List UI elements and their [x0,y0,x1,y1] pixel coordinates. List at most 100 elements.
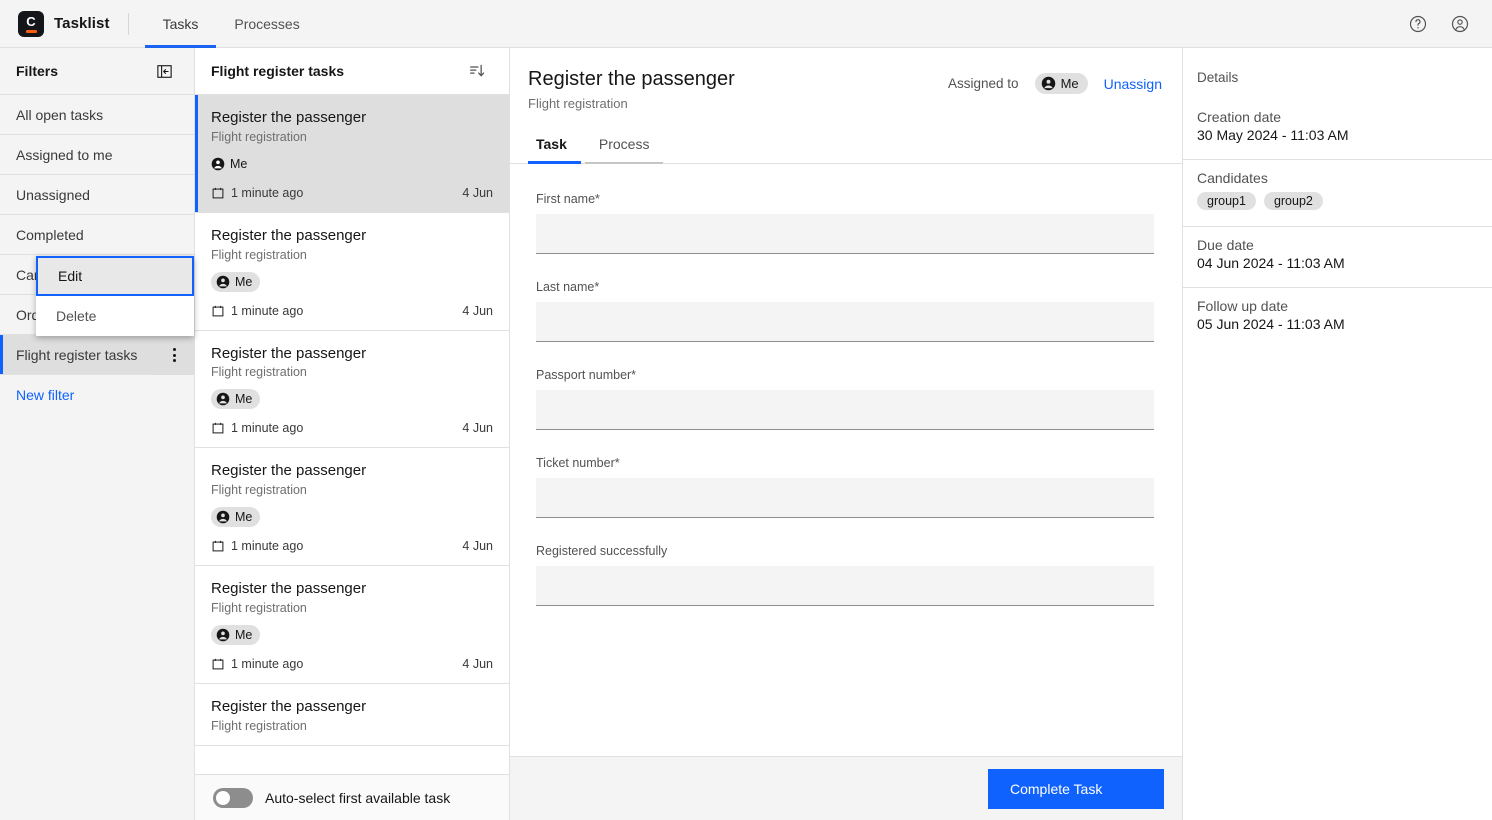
sidebar-item-assigned-to-me[interactable]: Assigned to me [0,135,194,175]
task-item-assignee-label: Me [235,274,253,289]
sidebar-item-label: Completed [16,226,84,243]
help-circle-icon[interactable] [1404,10,1432,38]
detail-value: 30 May 2024 - 11:03 AM [1197,127,1349,143]
app-header: C Tasklist Tasks Processes [0,0,1492,48]
user-icon [216,392,230,406]
tasklist-app: C Tasklist Tasks Processes Filters All o… [0,0,1492,820]
context-menu-item-delete[interactable]: Delete [36,296,194,336]
sidebar-item-label: Assigned to me [16,146,113,163]
complete-task-button[interactable]: Complete Task [988,768,1164,809]
detail-label: Due date [1197,237,1254,253]
filter-context-menu: Edit Delete [36,256,194,336]
kebab-dots-icon [172,348,176,362]
field-last-name: Last name* [536,280,1154,342]
task-list-item[interactable]: Register the passenger Flight registrati… [195,683,509,746]
field-passport-number: Passport number* [536,368,1154,430]
detail-label: Follow up date [1197,298,1289,314]
calendar-icon [212,658,224,670]
task-item-process: Flight registration [211,718,307,733]
task-item-footer: 1 minute ago 4 Jun [211,186,493,200]
task-item-due: 4 Jun [462,656,493,671]
tab-task[interactable]: Task [528,136,581,164]
filters-header: Filters [0,48,194,95]
task-item-assignee-label: Me [235,392,253,407]
calendar-icon [212,305,224,316]
auto-select-bar: Auto-select first available task [195,774,509,820]
assignee-badge: Me [1034,73,1088,94]
detail-creation-date: Creation date 30 May 2024 - 11:03 AM [1183,99,1492,160]
user-icon [216,275,230,288]
header-actions [1404,10,1492,38]
nav-item-tasks[interactable]: Tasks [144,0,217,48]
sidebar-item-all-open-tasks[interactable]: All open tasks [0,95,194,135]
task-item-assignee: Me [211,154,255,174]
task-list-item[interactable]: Register the passenger Flight registrati… [195,330,509,449]
task-item-process: Flight registration [211,600,307,615]
task-list-scroll[interactable]: Register the passenger Flight registrati… [195,95,509,820]
sidebar-item-label: Flight register tasks [16,346,138,363]
task-list-header: Flight register tasks [195,48,509,95]
task-item-name: Register the passenger [211,697,367,715]
task-item-process: Flight registration [211,483,307,497]
first-name-input[interactable] [536,214,1154,254]
task-item-due: 4 Jun [462,421,493,436]
page-title: Register the passenger [528,68,735,90]
field-label: Last name* [536,280,600,294]
task-list-item[interactable]: Register the passenger Flight registrati… [195,95,509,213]
sidebar-item-label: All open tasks [16,106,104,123]
task-item-name: Register the passenger [211,226,367,244]
logo-bar [25,29,37,33]
unassign-button[interactable]: Unassign [1104,76,1162,92]
task-item-assignee: Me [211,507,261,527]
passport-number-input[interactable] [536,390,1154,430]
field-label: Registered successfully [536,544,668,558]
tab-process[interactable]: Process [584,136,664,164]
auto-select-toggle[interactable] [213,787,253,808]
task-list-item[interactable]: Register the passenger Flight registrati… [195,212,509,331]
task-list-panel: Flight register tasks Register the passe… [195,48,510,820]
detail-follow-up-date: Follow up date 05 Jun 2024 - 11:03 AM [1183,288,1492,348]
details-heading: Details [1197,70,1239,85]
sidebar-item-unassigned[interactable]: Unassigned [0,175,194,215]
task-item-name: Register the passenger [211,462,367,480]
task-list-item[interactable]: Register the passenger Flight registrati… [195,448,509,566]
task-item-time: 1 minute ago [231,303,304,318]
task-item-time: 1 minute ago [231,185,304,200]
sidebar-item-completed[interactable]: Completed [0,215,194,255]
auto-select-label: Auto-select first available task [265,789,451,806]
nav-item-processes[interactable]: Processes [216,0,317,48]
assigned-to-label: Assigned to [948,76,1019,91]
field-ticket-number: Ticket number* [536,456,1154,518]
context-menu-item-edit[interactable]: Edit [36,256,194,296]
ticket-number-input[interactable] [536,478,1154,518]
main-nav: Tasks Processes [144,0,318,48]
sidebar-item-flight-register-tasks[interactable]: Flight register tasks [0,335,194,375]
brand-name: Tasklist [54,15,110,32]
user-avatar-icon[interactable] [1446,10,1474,38]
task-item-date: 1 minute ago [211,539,303,553]
registered-successfully-input[interactable] [536,566,1154,606]
detail-due-date: Due date 04 Jun 2024 - 11:03 AM [1183,227,1492,288]
task-item-footer: 1 minute ago 4 Jun [211,421,493,435]
task-list-item[interactable]: Register the passenger Flight registrati… [195,566,509,684]
detail-label: Creation date [1197,109,1282,125]
new-filter-button[interactable]: New filter [0,375,194,415]
tab-process-label: Process [598,136,650,152]
calendar-icon [212,423,224,434]
field-label: Passport number* [536,368,637,382]
brand[interactable]: C Tasklist [0,10,110,37]
calendar-icon [212,187,224,199]
filter-overflow-menu-icon[interactable] [154,335,194,375]
last-name-input[interactable] [536,302,1154,342]
candidate-chips: group1 group2 [1197,192,1478,210]
user-icon [216,510,230,524]
field-registered-successfully: Registered successfully [536,544,1154,606]
task-item-assignee: Me [211,624,261,645]
calendar-icon [212,540,224,552]
task-item-due: 4 Jun [462,539,493,553]
task-item-process: Flight registration [211,365,307,380]
task-item-name: Register the passenger [211,580,367,597]
sort-descending-icon[interactable] [463,57,491,85]
nav-item-processes-label: Processes [234,15,300,32]
panel-collapse-icon[interactable] [150,57,178,85]
